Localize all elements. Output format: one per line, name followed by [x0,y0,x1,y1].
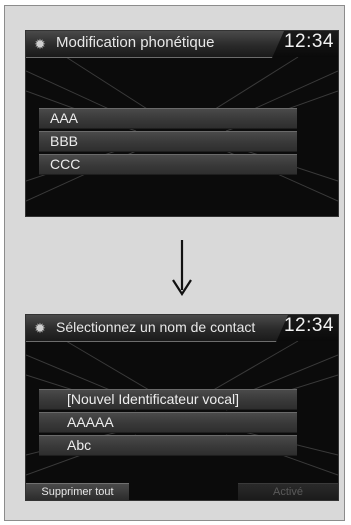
screen-phonetic-modification: ✹ Modification phonétique 12:34 AAA BBB … [26,31,338,216]
activate-button[interactable]: Activé [238,483,338,500]
list-item[interactable]: Abc [39,435,297,456]
contact-list: [Nouvel Identificateur vocal] AAAAA Abc [39,389,297,458]
gear-icon: ✹ [34,36,46,52]
screen-title: Modification phonétique [56,34,215,51]
title-bar: ✹ Modification phonétique 12:34 [26,31,338,57]
clock: 12:34 [283,315,334,336]
list-item[interactable]: AAAAA [39,412,297,433]
list-item[interactable]: BBB [39,131,297,152]
arrow-down-icon [172,240,192,296]
title-bar: ✹ Sélectionnez un nom de contact 12:34 [26,315,338,341]
gear-icon: ✹ [34,320,46,336]
list-item[interactable]: AAA [39,108,297,129]
list-item[interactable]: CCC [39,154,297,175]
bottom-button-bar: Supprimer tout Activé [26,483,338,500]
delete-all-button[interactable]: Supprimer tout [26,483,129,500]
screen-title: Sélectionnez un nom de contact [56,319,256,335]
clock: 12:34 [283,31,334,52]
screen-select-contact-name: ✹ Sélectionnez un nom de contact 12:34 [… [26,315,338,500]
list-item[interactable]: [Nouvel Identificateur vocal] [39,389,297,410]
phonetic-list: AAA BBB CCC [39,108,297,177]
